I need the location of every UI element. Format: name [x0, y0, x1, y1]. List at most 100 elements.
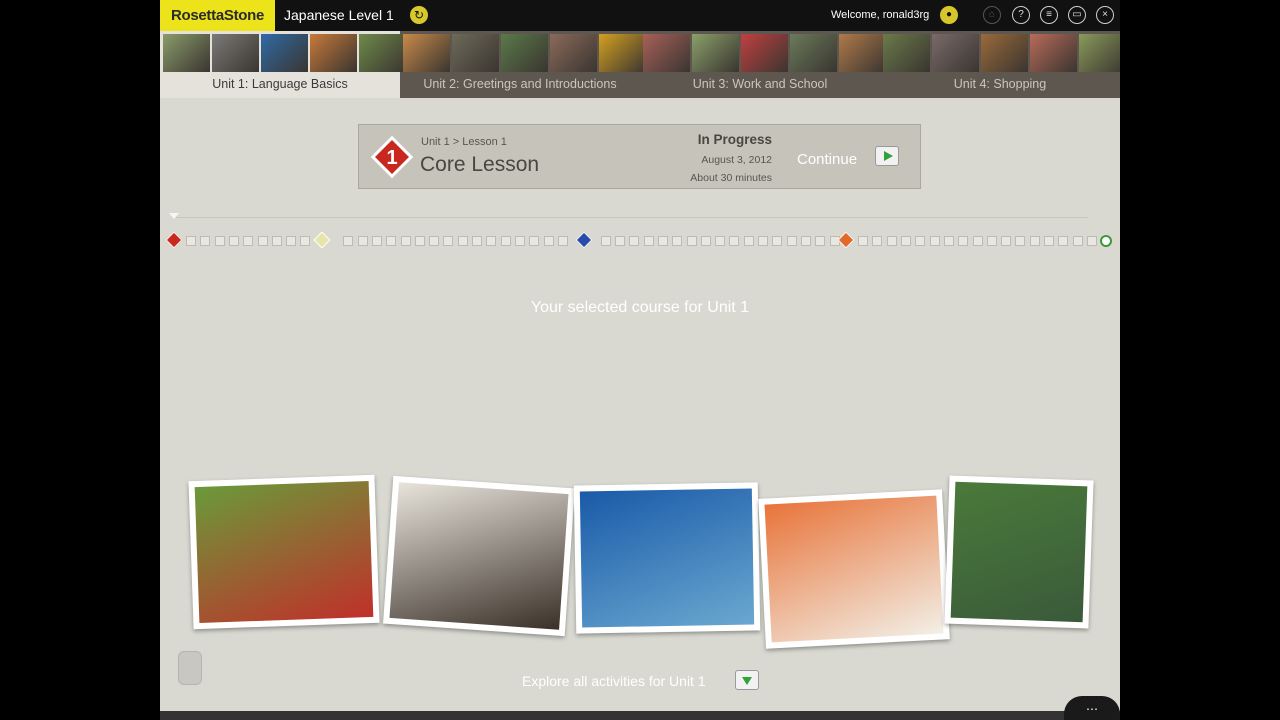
explore-expand-button[interactable] [735, 670, 759, 690]
activity-square[interactable] [772, 236, 783, 246]
unit-thumbnail [883, 34, 930, 72]
unit-thumbnail [741, 34, 788, 72]
activity-square[interactable] [243, 236, 254, 246]
activity-square[interactable] [514, 236, 525, 246]
unit-thumbnail [359, 34, 406, 72]
activity-square[interactable] [743, 236, 754, 246]
activity-square[interactable] [186, 236, 196, 246]
activity-square[interactable] [200, 236, 211, 246]
activity-square[interactable] [758, 236, 768, 246]
activity-square[interactable] [1072, 236, 1083, 246]
help-icon[interactable]: ? [1012, 6, 1030, 24]
activity-square[interactable] [629, 236, 640, 246]
tab-unit-2[interactable]: Unit 2: Greetings and Introductions [400, 31, 646, 98]
activity-square[interactable] [529, 236, 540, 246]
unit-thumbnail [452, 34, 499, 72]
brand-logo[interactable]: RosettaStone [160, 0, 275, 31]
activity-square[interactable] [557, 236, 568, 246]
activity-square[interactable] [786, 236, 797, 246]
activity-square[interactable] [1015, 236, 1026, 246]
unit-label: Unit 3: Work and School [692, 77, 828, 91]
explore-activities-label[interactable]: Explore all activities for Unit 1 [522, 673, 706, 689]
collapse-arrow-icon[interactable] [169, 213, 179, 219]
activity-square[interactable] [700, 236, 711, 246]
unit-complete-marker[interactable] [1100, 235, 1112, 247]
unit-strip: Unit 1: Language Basics Unit 2: Greeting… [160, 31, 1120, 98]
activity-square[interactable] [729, 236, 740, 246]
activity-square[interactable] [400, 236, 411, 246]
activity-square[interactable] [472, 236, 482, 246]
lesson-card[interactable]: 1 Unit 1 > Lesson 1 Core Lesson In Progr… [358, 124, 921, 189]
activity-square[interactable] [271, 236, 282, 246]
activity-square[interactable] [657, 236, 668, 246]
activity-square[interactable] [972, 236, 983, 246]
activity-square[interactable] [414, 236, 425, 246]
activity-square[interactable] [257, 236, 268, 246]
lesson-marker[interactable] [837, 231, 855, 249]
close-icon[interactable]: × [1096, 6, 1114, 24]
activity-square[interactable] [300, 236, 311, 246]
activity-square[interactable] [457, 236, 468, 246]
unit-thumbnail [550, 34, 597, 72]
activity-square[interactable] [929, 236, 940, 246]
activity-square[interactable] [686, 236, 697, 246]
activity-square[interactable] [1044, 236, 1054, 246]
activity-square[interactable] [872, 236, 883, 246]
activity-square[interactable] [500, 236, 511, 246]
grid-menu-icon[interactable]: ⋯ [1064, 696, 1120, 720]
menu-icon[interactable]: ≡ [1040, 6, 1058, 24]
lesson-marker[interactable] [165, 231, 183, 249]
continue-label[interactable]: Continue [797, 151, 857, 168]
lesson-marker[interactable] [575, 231, 593, 249]
activity-square[interactable] [615, 236, 625, 246]
unit-thumbnail [501, 34, 548, 72]
activity-square[interactable] [886, 236, 897, 246]
activity-square[interactable] [715, 236, 726, 246]
activity-square[interactable] [429, 236, 440, 246]
activity-square[interactable] [214, 236, 225, 246]
activity-square[interactable] [1029, 236, 1040, 246]
activity-square[interactable] [958, 236, 969, 246]
activity-square[interactable] [800, 236, 811, 246]
activity-square[interactable] [357, 236, 368, 246]
group-in-orange-shirts-photo [764, 495, 944, 643]
activity-square[interactable] [543, 236, 554, 246]
tab-unit-4[interactable]: Unit 4: Shopping [880, 31, 1120, 98]
unit-thumbnail [981, 34, 1028, 72]
activity-square[interactable] [228, 236, 239, 246]
activity-square[interactable] [1086, 236, 1097, 246]
lesson-status: In Progress [697, 132, 772, 147]
activity-square[interactable] [486, 236, 497, 246]
bottom-bar [160, 711, 1120, 720]
lesson-marker[interactable] [313, 231, 331, 249]
home-icon[interactable]: ⌂ [983, 6, 1001, 24]
activity-square[interactable] [600, 236, 611, 246]
tab-unit-3[interactable]: Unit 3: Work and School [640, 31, 886, 98]
activity-square[interactable] [915, 236, 926, 246]
user-icon[interactable]: ● [940, 6, 958, 24]
activity-square[interactable] [386, 236, 397, 246]
activity-square[interactable] [943, 236, 954, 246]
activity-square[interactable] [1058, 236, 1069, 246]
activity-square[interactable] [858, 236, 869, 246]
activity-square[interactable] [986, 236, 997, 246]
unit-thumbnails [883, 34, 1120, 72]
switch-course-icon[interactable]: ↻ [410, 6, 428, 24]
activity-square[interactable] [371, 236, 382, 246]
continue-play-button[interactable] [875, 146, 899, 166]
microphone-icon[interactable] [178, 651, 202, 685]
activity-square[interactable] [343, 236, 354, 246]
breadcrumb: Unit 1 > Lesson 1 [421, 136, 507, 148]
tab-unit-1[interactable]: Unit 1: Language Basics [160, 31, 406, 98]
activity-square[interactable] [901, 236, 911, 246]
diver-with-fish-photo [579, 488, 755, 628]
activity-square[interactable] [443, 236, 454, 246]
activity-square[interactable] [815, 236, 826, 246]
activity-square[interactable] [672, 236, 683, 246]
activity-square[interactable] [643, 236, 654, 246]
window-icon[interactable]: ▭ [1068, 6, 1086, 24]
lesson-number-badge: 1 [370, 135, 414, 179]
activity-square[interactable] [1001, 236, 1012, 246]
unit-label: Unit 2: Greetings and Introductions [423, 77, 617, 91]
activity-square[interactable] [286, 236, 297, 246]
